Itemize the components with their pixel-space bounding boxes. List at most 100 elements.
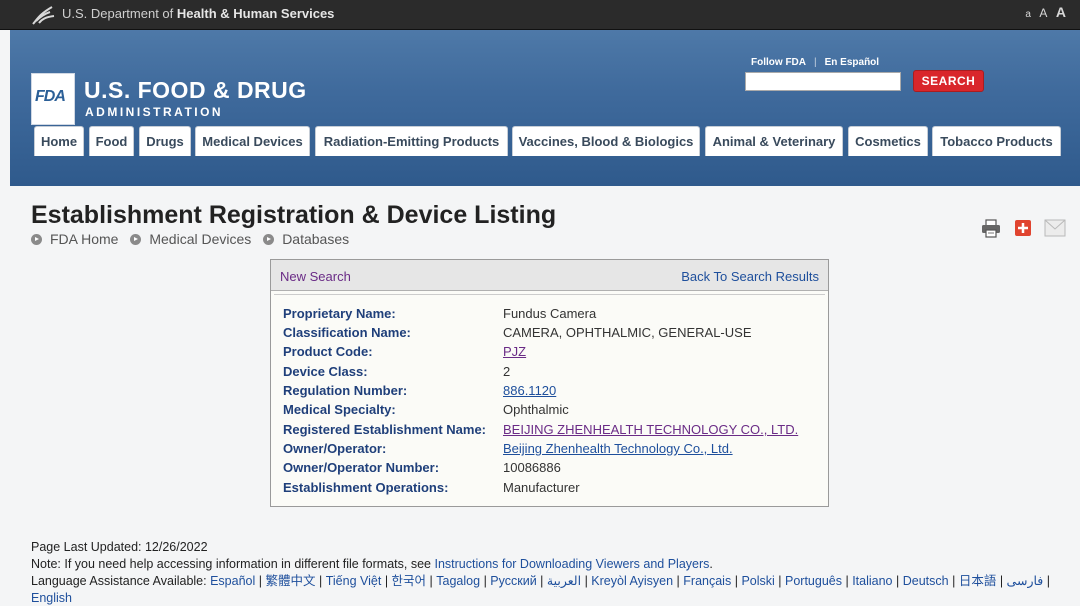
language-link-fa[interactable]: فارسی xyxy=(1007,574,1044,588)
detail-label: Establishment Operations: xyxy=(283,480,449,495)
tab-drugs[interactable]: Drugs xyxy=(139,126,191,156)
language-assistance: Language Assistance Available: Español |… xyxy=(31,573,1071,606)
header-links: Follow FDA | En Español xyxy=(751,57,879,68)
language-link-ar[interactable]: العربية xyxy=(547,574,581,588)
language-link-fr[interactable]: Français xyxy=(683,574,731,588)
page-footer: Page Last Updated: 12/26/2022 Note: If y… xyxy=(31,539,1071,606)
hhs-text-prefix: U.S. Department of xyxy=(62,6,174,21)
text-size-controls: a A A xyxy=(1021,4,1066,22)
file-format-note: Note: If you need help accessing informa… xyxy=(31,556,1071,573)
language-link-ko[interactable]: 한국어 xyxy=(392,574,427,588)
hhs-top-bar: U.S. Department of Health & Human Servic… xyxy=(0,0,1080,30)
breadcrumb-bullet-icon xyxy=(31,234,42,245)
language-link-ja[interactable]: 日本語 xyxy=(959,574,997,588)
fda-title[interactable]: U.S. FOOD & DRUG xyxy=(84,77,307,104)
language-separator: | xyxy=(384,574,389,588)
detail-value: 10086886 xyxy=(503,460,561,475)
detail-value: Fundus Camera xyxy=(503,306,597,321)
result-panel-header: New Search Back To Search Results xyxy=(271,260,828,291)
language-link-es[interactable]: Español xyxy=(210,574,255,588)
breadcrumb-label: Medical Devices xyxy=(149,231,252,247)
establishment-name-link[interactable]: BEIJING ZHENHEALTH TECHNOLOGY CO., LTD. xyxy=(503,422,798,437)
language-separator: | xyxy=(540,574,544,588)
detail-label: Medical Specialty: xyxy=(283,402,396,417)
header-link-separator: | xyxy=(814,57,817,68)
fda-subtitle: ADMINISTRATION xyxy=(85,105,224,119)
breadcrumb-item-databases[interactable]: Databases xyxy=(263,231,349,247)
regulation-number-link[interactable]: 886.1120 xyxy=(503,383,556,398)
fda-header: FDA U.S. FOOD & DRUG ADMINISTRATION Foll… xyxy=(10,30,1080,186)
viewers-players-link[interactable]: Instructions for Downloading Viewers and… xyxy=(434,557,709,571)
tab-radiation-emitting-products[interactable]: Radiation-Emitting Products xyxy=(315,126,508,156)
language-link-tl[interactable]: Tagalog xyxy=(436,574,480,588)
follow-fda-link[interactable]: Follow FDA xyxy=(751,57,806,68)
tab-cosmetics[interactable]: Cosmetics xyxy=(848,126,928,156)
tab-food[interactable]: Food xyxy=(89,126,134,156)
tab-medical-devices[interactable]: Medical Devices xyxy=(195,126,310,156)
breadcrumb: FDA Home Medical Devices Databases xyxy=(31,231,357,247)
tab-home[interactable]: Home xyxy=(34,126,84,156)
language-link-zh-hant[interactable]: 繁體中文 xyxy=(266,574,316,588)
language-separator: | xyxy=(483,574,487,588)
back-to-search-results-link[interactable]: Back To Search Results xyxy=(681,269,819,284)
breadcrumb-bullet-icon xyxy=(130,234,142,245)
search-input[interactable] xyxy=(745,72,901,91)
search-button[interactable]: SEARCH xyxy=(913,70,984,92)
tab-animal-veterinary[interactable]: Animal & Veterinary xyxy=(705,126,843,156)
language-link-ht[interactable]: Kreyòl Ayisyen xyxy=(591,574,673,588)
new-search-link[interactable]: New Search xyxy=(280,269,351,284)
text-size-small-button[interactable]: a xyxy=(1025,9,1031,20)
detail-label: Classification Name: xyxy=(283,325,411,340)
language-link-it[interactable]: Italiano xyxy=(852,574,892,588)
language-link-ru[interactable]: Русский xyxy=(490,574,536,588)
detail-label: Owner/Operator: xyxy=(283,441,387,456)
text-size-large-button[interactable]: A xyxy=(1056,4,1066,20)
language-link-pl[interactable]: Polski xyxy=(741,574,774,588)
language-separator: | xyxy=(584,574,588,588)
hhs-link[interactable]: U.S. Department of Health & Human Servic… xyxy=(62,6,334,21)
fda-logo-text: FDA xyxy=(35,88,66,105)
breadcrumb-bullet-icon xyxy=(263,234,275,245)
email-icon[interactable] xyxy=(1044,219,1066,237)
language-separator: | xyxy=(952,574,956,588)
breadcrumb-label: Databases xyxy=(282,231,350,247)
detail-value: CAMERA, OPHTHALMIC, GENERAL-USE xyxy=(503,325,752,340)
hhs-text-bold: Health & Human Services xyxy=(176,6,335,21)
detail-label: Product Code: xyxy=(283,344,373,359)
language-separator: | xyxy=(845,574,849,588)
owner-operator-link[interactable]: Beijing Zhenhealth Technology Co., Ltd. xyxy=(503,441,733,456)
page-title: Establishment Registration & Device List… xyxy=(31,201,557,229)
tab-vaccines-blood-biologics[interactable]: Vaccines, Blood & Biologics xyxy=(512,126,700,156)
language-separator: | xyxy=(429,574,433,588)
language-separator: | xyxy=(1046,574,1050,588)
text-size-medium-button[interactable]: A xyxy=(1039,6,1047,20)
note-text: Note: If you need help accessing informa… xyxy=(31,557,431,571)
bookmark-icon[interactable] xyxy=(1014,219,1032,237)
detail-label: Regulation Number: xyxy=(283,383,408,398)
detail-label: Owner/Operator Number: xyxy=(283,460,440,475)
hhs-eagle-icon[interactable] xyxy=(30,4,56,26)
language-separator: | xyxy=(896,574,900,588)
language-separator: | xyxy=(319,574,323,588)
breadcrumb-label: FDA Home xyxy=(50,231,119,247)
detail-label: Registered Establishment Name: xyxy=(283,422,487,437)
detail-value: 2 xyxy=(503,364,511,379)
tab-tobacco-products[interactable]: Tobacco Products xyxy=(932,126,1061,156)
print-icon[interactable] xyxy=(981,219,1001,238)
language-link-pt[interactable]: Português xyxy=(785,574,842,588)
breadcrumb-item-medical-devices[interactable]: Medical Devices xyxy=(130,231,251,247)
fda-logo[interactable]: FDA xyxy=(31,73,75,125)
detail-label: Proprietary Name: xyxy=(283,306,396,321)
language-link-en[interactable]: English xyxy=(31,591,72,605)
language-separator: | xyxy=(778,574,782,588)
device-details: Proprietary Name: Fundus Camera Classifi… xyxy=(274,294,825,504)
breadcrumb-item-fda-home[interactable]: FDA Home xyxy=(31,231,118,247)
detail-label: Device Class: xyxy=(283,364,368,379)
language-assistance-label: Language Assistance Available: xyxy=(31,574,207,588)
language-separator: | xyxy=(676,574,680,588)
en-espanol-link[interactable]: En Español xyxy=(825,57,879,68)
device-listing-panel: New Search Back To Search Results Propri… xyxy=(270,259,829,507)
language-link-vi[interactable]: Tiếng Việt xyxy=(326,574,382,588)
language-link-de[interactable]: Deutsch xyxy=(903,574,949,588)
product-code-link[interactable]: PJZ xyxy=(503,344,526,359)
